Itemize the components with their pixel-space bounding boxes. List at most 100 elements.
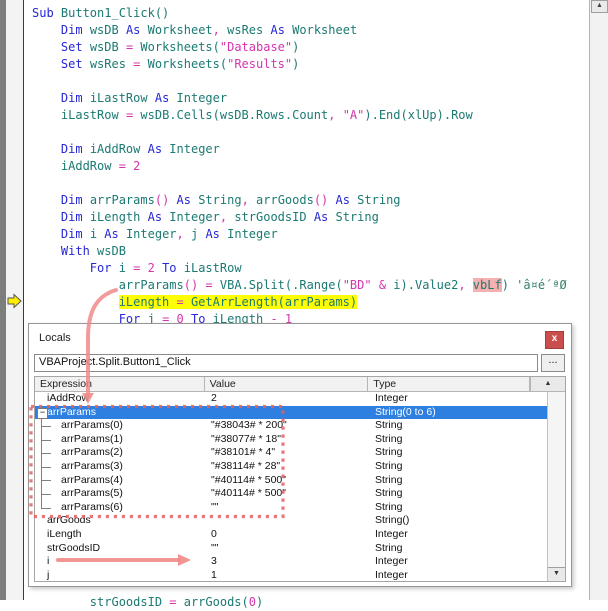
editor-margin-gutter[interactable] — [6, 0, 24, 600]
collapse-toggle-icon[interactable]: − — [37, 408, 48, 419]
expression-cell: arrGoods — [35, 514, 205, 528]
value-cell: 1 — [205, 569, 369, 581]
column-header-type[interactable]: Type — [368, 377, 530, 392]
code-line: Dim wsDB As Worksheet, wsRes As Workshee… — [32, 22, 590, 39]
type-cell: Integer — [369, 528, 548, 542]
value-cell: "#38114# * 28" — [205, 460, 369, 474]
locals-window-title: Locals — [39, 332, 71, 344]
value-cell: 2 — [205, 392, 369, 406]
locals-scrollbar[interactable]: ▼ — [547, 392, 565, 581]
expression-cell: arrParams(5) — [35, 487, 205, 501]
expression-cell: arrParams(6) — [35, 501, 205, 515]
code-line: iLength = GetArrLength(arrParams) — [32, 294, 590, 311]
tree-line — [41, 440, 51, 441]
expression-cell: arrParams(0) — [35, 419, 205, 433]
scroll-up-icon[interactable]: ▲ — [591, 0, 608, 13]
code-line: Dim arrParams() As String, arrGoods() As… — [32, 192, 590, 209]
tree-line — [41, 467, 51, 468]
scroll-up-button[interactable]: ▲ — [530, 377, 565, 392]
column-header-value[interactable]: Value — [205, 377, 369, 392]
type-cell: String() — [369, 514, 548, 528]
expression-cell: arrParams(4) — [35, 474, 205, 488]
tree-line — [41, 494, 51, 495]
type-cell: String — [369, 446, 548, 460]
grid-header: Expression Value Type ▲ — [35, 377, 565, 392]
expression-cell: iLength — [35, 528, 205, 542]
expression-cell: arrParams(2) — [35, 446, 205, 460]
expression-cell: arrParams(1) — [35, 433, 205, 447]
context-procedure-box[interactable]: VBAProject.Split.Button1_Click — [34, 354, 538, 372]
locals-row[interactable]: iAddRow2Integer — [35, 392, 548, 406]
column-header-expression[interactable]: Expression — [35, 377, 205, 392]
type-cell: String — [369, 433, 548, 447]
code-line: Sub Button1_Click() — [32, 5, 590, 22]
expression-cell: strGoodsID — [35, 542, 205, 556]
code-line: With wsDB — [32, 243, 590, 260]
expression-cell: arrParams(3) — [35, 460, 205, 474]
locals-row[interactable]: arrParams(3)"#38114# * 28"String — [35, 460, 548, 474]
expression-cell: arrParams — [35, 406, 205, 420]
locals-row[interactable]: arrParams(1)"#38077# * 18"String — [35, 433, 548, 447]
locals-row[interactable]: i3Integer — [35, 555, 548, 569]
locals-row[interactable]: iLength0Integer — [35, 528, 548, 542]
type-cell: String — [369, 460, 548, 474]
current-statement-highlight: GetArrLength(arrParams) — [191, 295, 357, 309]
expression-cell: iAddRow — [35, 392, 205, 406]
scroll-down-button[interactable]: ▼ — [548, 567, 565, 581]
locals-row[interactable]: arrGoods String() — [35, 514, 548, 528]
locals-row[interactable]: arrParams(6)""String — [35, 501, 548, 515]
locals-row[interactable]: −arrParams String(0 to 6) — [35, 406, 548, 420]
code-line: iLastRow = wsDB.Cells(wsDB.Rows.Count, "… — [32, 107, 590, 124]
locals-row[interactable]: j1Integer — [35, 569, 548, 581]
type-cell: Integer — [369, 569, 548, 581]
expression-cell: i — [35, 555, 205, 569]
code-line-partial: strGoodsID = arrGoods(0) — [32, 594, 263, 611]
code-line — [32, 73, 590, 90]
type-cell: String — [369, 542, 548, 556]
tree-line — [41, 453, 51, 454]
value-cell: "#38043# * 200" — [205, 419, 369, 433]
code-line — [32, 124, 590, 141]
locals-row[interactable]: arrParams(2)"#38101# * 4"String — [35, 446, 548, 460]
locals-row[interactable]: arrParams(0)"#38043# * 200"String — [35, 419, 548, 433]
code-line: arrParams() = VBA.Split(.Range("BD" & i)… — [32, 277, 590, 294]
code-line: Dim iLength As Integer, strGoodsID As St… — [32, 209, 590, 226]
code-line: Set wsRes = Worksheets("Results") — [32, 56, 590, 73]
close-button[interactable]: x — [545, 331, 564, 349]
value-cell: 0 — [205, 528, 369, 542]
code-line: Set wsDB = Worksheets("Database") — [32, 39, 590, 56]
value-cell: "#38101# * 4" — [205, 446, 369, 460]
current-statement-highlight: = — [177, 295, 191, 309]
value-cell: "#38077# * 18" — [205, 433, 369, 447]
locals-window: Locals x VBAProject.Split.Button1_Click … — [28, 323, 572, 587]
value-cell: 3 — [205, 555, 369, 569]
locals-grid: Expression Value Type ▲ iAddRow2Integer−… — [34, 376, 566, 582]
code-line: Dim iAddRow As Integer — [32, 141, 590, 158]
tree-line — [41, 480, 51, 481]
type-cell: Integer — [369, 392, 548, 406]
tree-line — [41, 426, 51, 427]
current-statement-highlight: iLength — [119, 295, 177, 309]
value-cell — [205, 514, 369, 528]
vba-editor-window: { "colors": { "keyword": "#2727d4", "ide… — [0, 0, 608, 600]
tree-line — [41, 508, 51, 509]
locals-row[interactable]: arrParams(4)"#40114# * 500"String — [35, 474, 548, 488]
locals-row[interactable]: arrParams(5)"#40114# * 500"String — [35, 487, 548, 501]
type-cell: String — [369, 474, 548, 488]
type-cell: String(0 to 6) — [369, 406, 548, 420]
code-line: Dim i As Integer, j As Integer — [32, 226, 590, 243]
value-cell — [205, 406, 369, 420]
locals-row[interactable]: strGoodsID""String — [35, 542, 548, 556]
code-line: For i = 2 To iLastRow — [32, 260, 590, 277]
value-cell: "#40114# * 500" — [205, 474, 369, 488]
value-cell: "" — [205, 542, 369, 556]
type-cell: String — [369, 501, 548, 515]
code-line — [32, 175, 590, 192]
editor-scrollbar[interactable]: ▲ — [589, 0, 608, 600]
code-line: Dim iLastRow As Integer — [32, 90, 590, 107]
code-line: iAddRow = 2 — [32, 158, 590, 175]
type-cell: Integer — [369, 555, 548, 569]
close-icon: x — [552, 333, 558, 344]
context-more-button[interactable]: ... — [541, 354, 565, 372]
tree-line — [41, 501, 42, 508]
